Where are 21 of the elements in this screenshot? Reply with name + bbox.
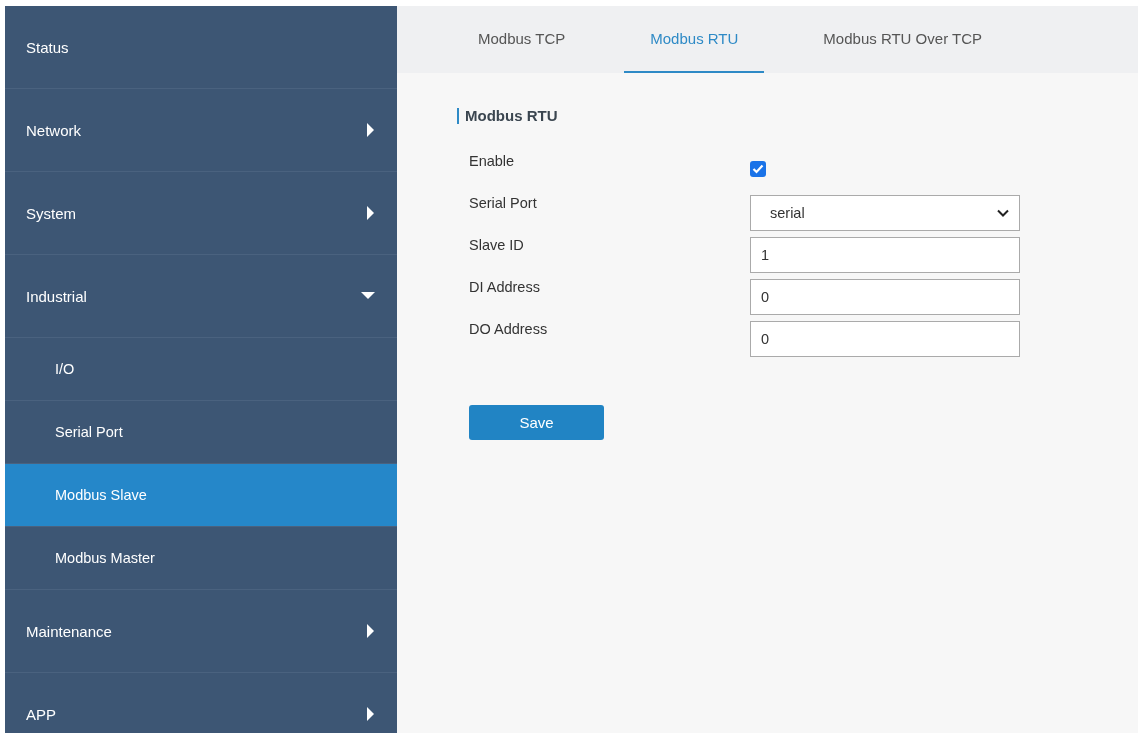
- caret-right-icon: [367, 624, 375, 638]
- field-label: Slave ID: [469, 237, 525, 253]
- caret-down-icon: [361, 292, 375, 300]
- tab[interactable]: Modbus RTU Over TCP: [797, 6, 1009, 73]
- field-label: Serial Port: [469, 195, 538, 211]
- field-label: DI Address: [469, 279, 541, 295]
- caret-right-icon: [367, 707, 375, 721]
- input-field[interactable]: 0: [750, 279, 1020, 315]
- field-label: DO Address: [469, 321, 549, 337]
- save-button[interactable]: Save: [469, 405, 604, 440]
- sidebar-subitem[interactable]: Modbus Slave: [5, 464, 397, 527]
- enable-checkbox[interactable]: [750, 161, 766, 177]
- chevron-down-icon: [997, 209, 1009, 217]
- caret-right-icon: [367, 123, 375, 137]
- input-field[interactable]: 1: [750, 237, 1020, 273]
- field-label: Enable: [469, 153, 516, 169]
- caret-right-icon: [367, 206, 375, 220]
- tab[interactable]: Modbus TCP: [452, 6, 592, 73]
- input-field[interactable]: 0: [750, 321, 1020, 357]
- serial-port-select[interactable]: serial: [750, 195, 1020, 231]
- section-title: Modbus RTU: [457, 108, 558, 124]
